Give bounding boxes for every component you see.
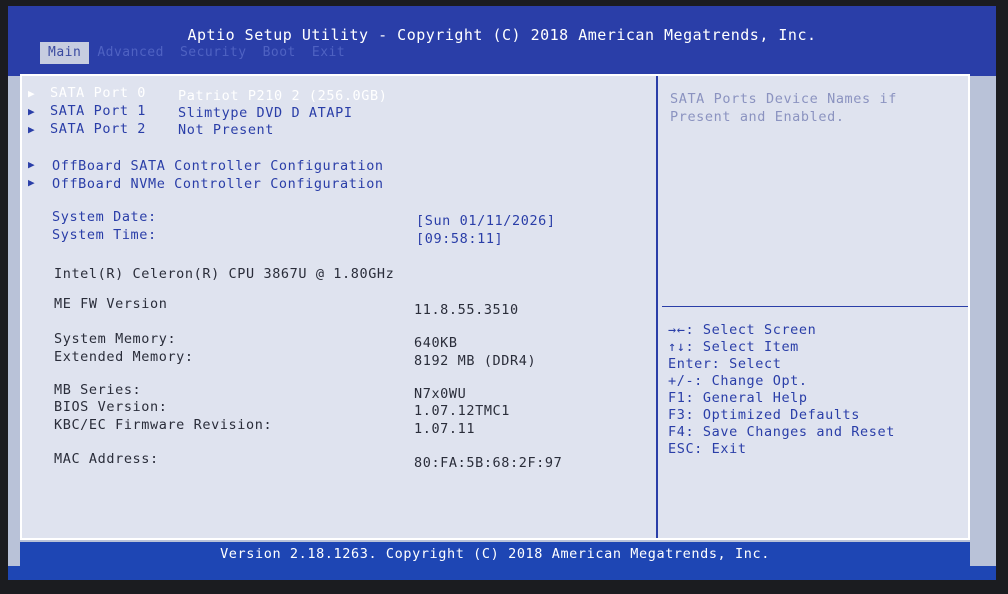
mac-address-label: MAC Address: <box>54 451 159 467</box>
sata-port-0-label[interactable]: SATA Port 0 <box>50 85 146 101</box>
key-general-help: F1: General Help <box>668 390 808 406</box>
sata-port-1-value: Slimtype DVD D ATAPI <box>178 105 353 121</box>
sata-port-2-label[interactable]: SATA Port 2 <box>50 121 146 137</box>
sata-port-2-value: Not Present <box>178 122 275 138</box>
key-enter-select: Enter: Select <box>668 356 782 372</box>
key-legend: →←: Select Screen ↑↓: Select Item Enter:… <box>668 322 968 458</box>
key-esc-exit: ESC: Exit <box>668 441 747 457</box>
tab-security[interactable]: Security <box>172 42 255 64</box>
main-panel: ▶ SATA Port 0 Patriot P210 2 (256.0GB) ▶… <box>20 74 970 540</box>
tab-bar: Main Advanced Security Boot Exit <box>40 42 353 64</box>
mb-series-value: N7x0WU <box>414 386 467 402</box>
bottom-strip <box>8 566 996 580</box>
extended-memory-label: Extended Memory: <box>54 349 194 365</box>
submenu-arrow-icon: ▶ <box>28 123 35 136</box>
key-select-item: ↑↓: Select Item <box>668 339 799 355</box>
cpu-info: Intel(R) Celeron(R) CPU 3867U @ 1.80GHz <box>54 266 395 282</box>
tab-boot[interactable]: Boot <box>255 42 304 64</box>
panel-divider-vertical <box>656 76 658 538</box>
submenu-arrow-icon: ▶ <box>28 105 35 118</box>
bios-setup-screen: Aptio Setup Utility - Copyright (C) 2018… <box>8 6 996 580</box>
kbc-ec-firmware-value: 1.07.11 <box>414 421 476 437</box>
extended-memory-value: 8192 MB (DDR4) <box>414 353 537 369</box>
submenu-arrow-icon: ▶ <box>28 176 35 189</box>
offboard-sata-config-item[interactable]: OffBoard SATA Controller Configuration <box>52 158 384 174</box>
sata-port-1-label[interactable]: SATA Port 1 <box>50 103 146 119</box>
mb-series-label: MB Series: <box>54 382 142 398</box>
mac-address-value: 80:FA:5B:68:2F:97 <box>414 455 563 471</box>
tab-main[interactable]: Main <box>40 42 90 64</box>
submenu-arrow-icon: ▶ <box>28 87 35 100</box>
sata-port-0-value: Patriot P210 2 (256.0GB) <box>178 88 388 104</box>
system-time-value[interactable]: [09:58:11] <box>416 231 503 247</box>
help-line: Present and Enabled. <box>670 109 845 125</box>
bios-version-label: BIOS Version: <box>54 399 168 415</box>
panel-divider-horizontal <box>662 306 968 307</box>
key-select-screen: →←: Select Screen <box>668 322 817 338</box>
tab-advanced[interactable]: Advanced <box>89 42 172 64</box>
footer-version: Version 2.18.1263. Copyright (C) 2018 Am… <box>20 542 970 566</box>
offboard-nvme-config-item[interactable]: OffBoard NVMe Controller Configuration <box>52 176 384 192</box>
tab-exit[interactable]: Exit <box>304 42 353 64</box>
key-optimized-defaults: F3: Optimized Defaults <box>668 407 861 423</box>
kbc-ec-firmware-label: KBC/EC Firmware Revision: <box>54 417 273 433</box>
bios-version-value: 1.07.12TMC1 <box>414 403 511 419</box>
system-date-value[interactable]: [Sun 01/11/2026] <box>416 213 556 229</box>
system-memory-label: System Memory: <box>54 331 177 347</box>
help-description: SATA Ports Device Names if Present and E… <box>670 90 950 126</box>
system-time-label: System Time: <box>52 227 157 243</box>
me-fw-value: 11.8.55.3510 <box>414 302 519 318</box>
help-line: SATA Ports Device Names if <box>670 91 897 107</box>
system-memory-value: 640KB <box>414 335 458 351</box>
key-change-opt: +/-: Change Opt. <box>668 373 808 389</box>
submenu-arrow-icon: ▶ <box>28 158 35 171</box>
system-date-label: System Date: <box>52 209 157 225</box>
header-bar: Aptio Setup Utility - Copyright (C) 2018… <box>8 6 996 76</box>
me-fw-label: ME FW Version <box>54 296 168 312</box>
key-save-reset: F4: Save Changes and Reset <box>668 424 895 440</box>
